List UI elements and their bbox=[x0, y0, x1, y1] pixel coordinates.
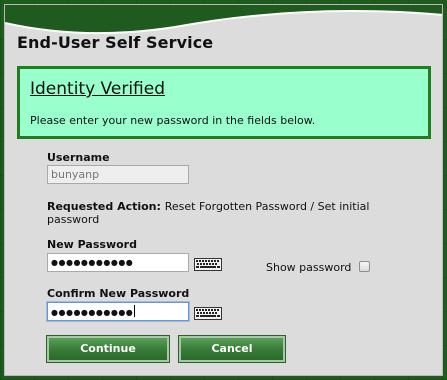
text-cursor bbox=[134, 305, 136, 317]
dialog-title: End-User Self Service bbox=[17, 33, 214, 52]
new-password-label: New Password bbox=[47, 238, 137, 251]
identity-verified-panel: Identity Verified Please enter your new … bbox=[17, 66, 431, 139]
continue-button[interactable]: Continue bbox=[46, 335, 170, 363]
confirm-password-input[interactable]: ●●●●●●●●●●● bbox=[47, 302, 189, 321]
keyboard-icon[interactable] bbox=[194, 258, 222, 271]
cancel-button[interactable]: Cancel bbox=[178, 335, 286, 363]
username-field: bunyanp bbox=[47, 165, 189, 184]
show-password-label: Show password bbox=[266, 261, 352, 274]
confirm-password-masked: ●●●●●●●●●●● bbox=[51, 308, 134, 317]
keyboard-icon[interactable] bbox=[194, 307, 222, 320]
requested-action-label: Requested Action: bbox=[47, 200, 161, 213]
self-service-dialog: End-User Self Service Identity Verified … bbox=[4, 4, 443, 376]
instruction-text: Please enter your new password in the fi… bbox=[30, 114, 316, 127]
show-password-checkbox[interactable] bbox=[359, 261, 370, 272]
confirm-password-label: Confirm New Password bbox=[47, 287, 190, 300]
identity-verified-heading: Identity Verified bbox=[30, 79, 165, 99]
new-password-input[interactable]: ●●●●●●●●●●● bbox=[47, 253, 189, 272]
requested-action-row: Requested Action: Reset Forgotten Passwo… bbox=[47, 200, 397, 226]
username-label: Username bbox=[47, 151, 110, 164]
